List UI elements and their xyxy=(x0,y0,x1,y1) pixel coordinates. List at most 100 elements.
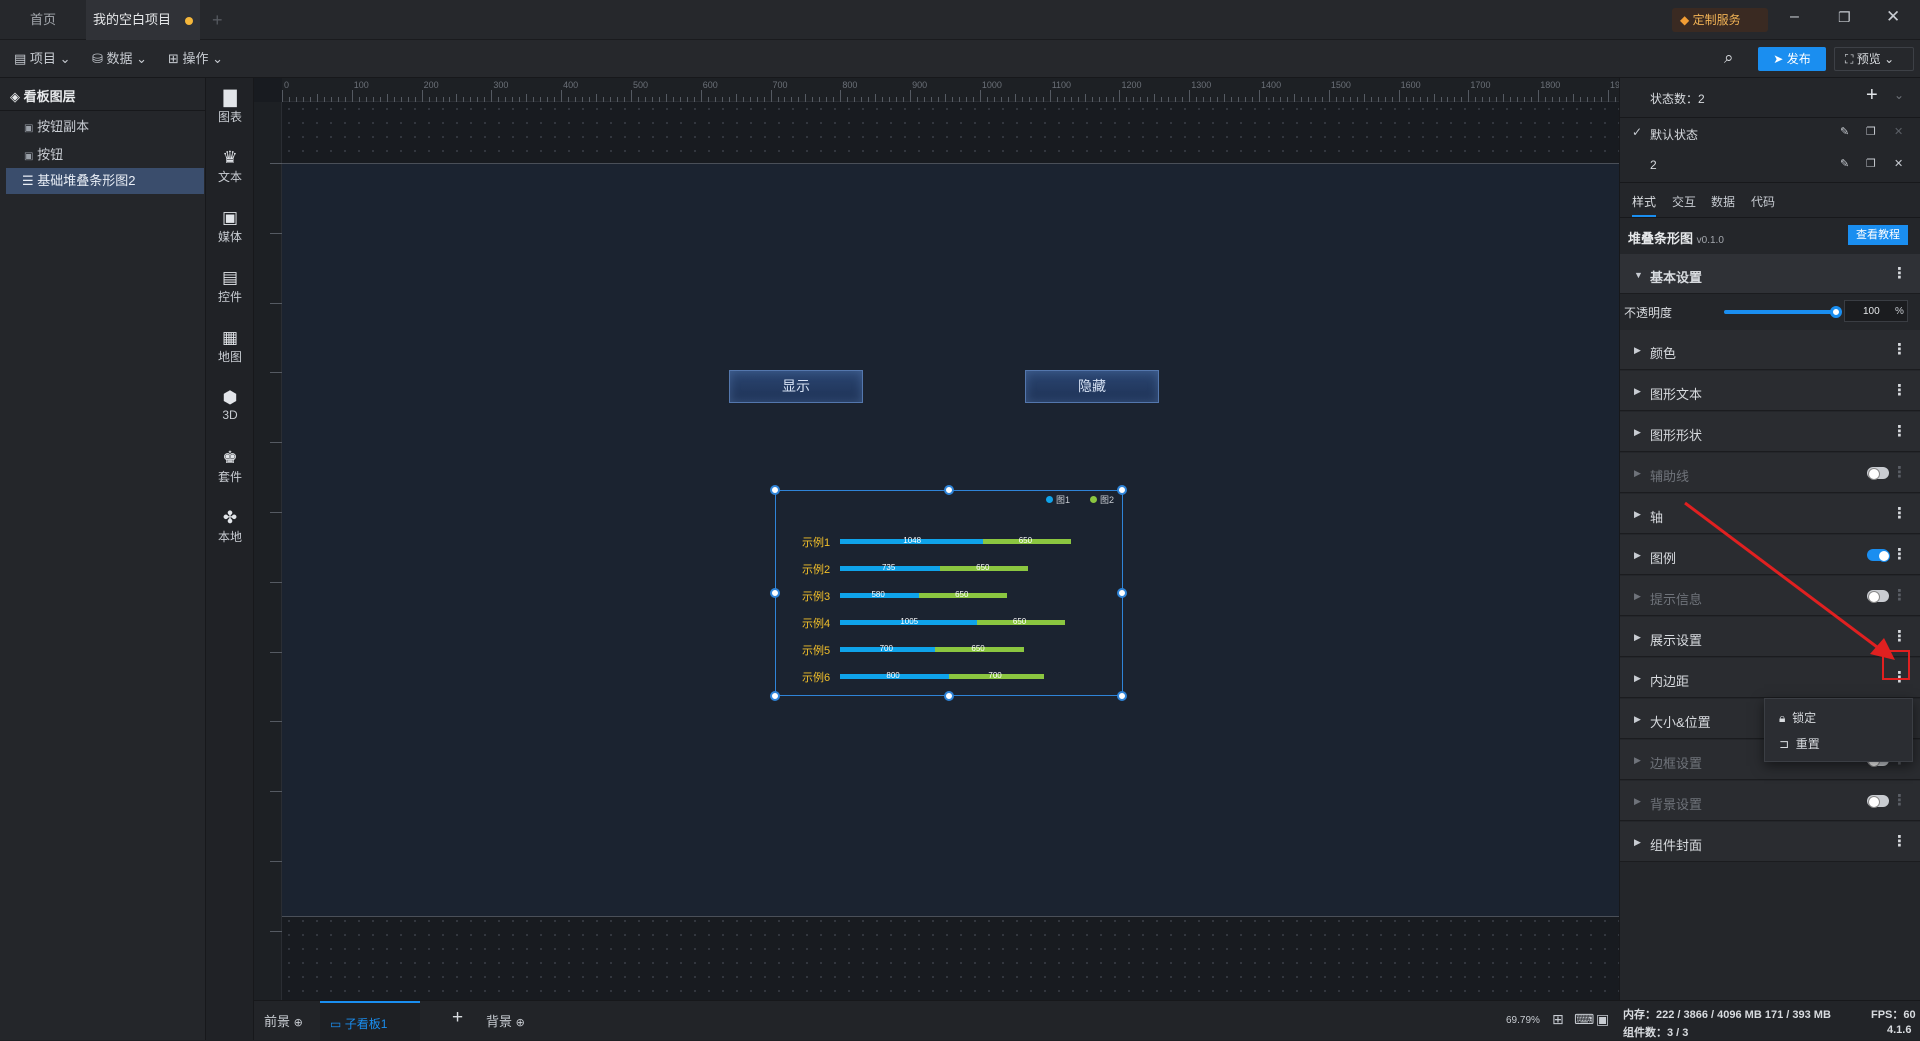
layer-item-button[interactable]: ▣ 按钮 xyxy=(6,142,204,168)
ruler-minor-tick xyxy=(749,97,751,102)
state-item-2[interactable]: 2 ✎ ❐ ✕ xyxy=(1620,150,1920,180)
section-13[interactable]: ▶ 组件封面 ⋮ xyxy=(1620,822,1920,862)
ruler-minor-tick xyxy=(1098,97,1100,102)
section-basic-settings[interactable]: ▼ 基本设置 ⋮ xyxy=(1620,254,1920,294)
fit-screen-icon[interactable]: ⊞ xyxy=(1552,1011,1564,1028)
ruler-minor-tick xyxy=(1482,97,1484,102)
canvas-show-button[interactable]: 显示 xyxy=(729,370,863,403)
more-vertical-icon[interactable]: ⋮ xyxy=(1892,422,1907,440)
add-tab-icon[interactable]: + xyxy=(212,10,223,31)
minimize-icon[interactable]: – xyxy=(1790,8,1799,26)
terminal-icon[interactable]: ▣ xyxy=(1596,1011,1609,1028)
state-item-default[interactable]: ✓ 默认状态 ✎ ❐ ✕ xyxy=(1620,118,1920,148)
layer-item-button-copy[interactable]: ▣ 按钮副本 xyxy=(6,114,204,140)
resize-handle[interactable] xyxy=(770,691,780,701)
bar-value-label: 650 xyxy=(955,590,969,599)
tool-map[interactable]: ▦ 地图 xyxy=(206,328,254,365)
more-vertical-icon[interactable]: ⋮ xyxy=(1892,463,1907,481)
tab-project[interactable]: 我的空白项目 xyxy=(86,0,200,40)
more-vertical-icon[interactable]: ⋮ xyxy=(1892,340,1907,358)
tab-code[interactable]: 代码 xyxy=(1751,193,1775,210)
chevron-down-icon[interactable]: ⌄ xyxy=(1894,88,1904,102)
puzzle-icon: ✤ xyxy=(222,508,238,527)
tab-interaction[interactable]: 交互 xyxy=(1672,193,1696,210)
background-layer-tab[interactable]: 背景 ⊕ xyxy=(486,1011,525,1030)
resize-handle[interactable] xyxy=(944,485,954,495)
resize-handle[interactable] xyxy=(1117,691,1127,701)
reset-label: 重置 xyxy=(1795,737,1820,751)
preview-button[interactable]: ⛶ 预览 ⌄ xyxy=(1834,47,1914,71)
tutorial-button[interactable]: 查看教程 xyxy=(1848,225,1908,245)
menu-item-reset[interactable]: ⊐ 重置 xyxy=(1779,735,1820,752)
menu-project[interactable]: ▤ 项目 ⌄ xyxy=(14,49,70,69)
ruler-label: 800 xyxy=(254,735,255,750)
section-label: 边框设置 xyxy=(1650,756,1703,771)
tool-media[interactable]: ▣ 媒体 xyxy=(206,208,254,245)
resize-handle[interactable] xyxy=(770,588,780,598)
copy-icon[interactable]: ❐ xyxy=(1866,125,1876,138)
tool-3d[interactable]: ⬢ 3D xyxy=(206,388,254,422)
section-toggle[interactable] xyxy=(1867,467,1889,480)
caret-right-icon: ▶ xyxy=(1634,386,1641,396)
add-state-icon[interactable]: + xyxy=(1866,84,1878,107)
section-4[interactable]: ▶ 辅助线 ⋮ xyxy=(1620,453,1920,493)
search-icon[interactable]: ⌕ xyxy=(1724,48,1734,68)
resize-handle[interactable] xyxy=(1117,588,1127,598)
crown-icon: ♛ xyxy=(222,148,238,167)
opacity-slider-track[interactable] xyxy=(1724,310,1836,314)
opacity-input[interactable]: 100% xyxy=(1844,300,1908,322)
zoom-level[interactable]: 69.79% xyxy=(1506,1015,1540,1026)
section-1[interactable]: ▶ 颜色 ⋮ xyxy=(1620,330,1920,370)
resize-handle[interactable] xyxy=(944,691,954,701)
tab-home[interactable]: 首页 xyxy=(0,0,86,40)
section-3[interactable]: ▶ 图形形状 ⋮ xyxy=(1620,412,1920,452)
ruler-minor-tick xyxy=(1517,97,1519,102)
edit-icon[interactable]: ✎ xyxy=(1840,157,1849,170)
edit-icon[interactable]: ✎ xyxy=(1840,125,1849,138)
opacity-slider-thumb[interactable] xyxy=(1830,306,1842,318)
annotation-arrow xyxy=(1684,501,1895,660)
ruler-minor-tick xyxy=(603,97,605,102)
menu-data[interactable]: ⛁ 数据 ⌄ xyxy=(92,49,147,69)
ruler-minor-tick xyxy=(1014,94,1016,102)
section-12[interactable]: ▶ 背景设置 ⋮ xyxy=(1620,781,1920,821)
ruler-minor-tick xyxy=(763,97,765,102)
tool-text[interactable]: ♛ 文本 xyxy=(206,148,254,185)
front-layer-tab[interactable]: 前景 ⊕ xyxy=(264,1011,303,1030)
subboard-tab[interactable]: ▭ 子看板1 xyxy=(320,1001,420,1041)
delete-icon[interactable]: ✕ xyxy=(1894,125,1903,138)
bar-value-label: 650 xyxy=(1012,617,1027,626)
tool-chart[interactable]: ▇ 图表 xyxy=(206,88,254,125)
add-board-icon[interactable]: + xyxy=(452,1007,463,1029)
ruler-minor-tick xyxy=(1356,97,1358,102)
tool-local[interactable]: ✤ 本地 xyxy=(206,508,254,545)
resize-handle[interactable] xyxy=(770,485,780,495)
more-vertical-icon[interactable]: ⋮ xyxy=(1892,264,1907,282)
tool-control[interactable]: ▤ 控件 xyxy=(206,268,254,305)
restore-icon[interactable]: ❐ xyxy=(1838,9,1851,26)
close-icon[interactable]: ✕ xyxy=(1886,7,1900,27)
section-2[interactable]: ▶ 图形文本 ⋮ xyxy=(1620,371,1920,411)
canvas-hide-button[interactable]: 隐藏 xyxy=(1025,370,1159,403)
layer-item-stacked-bar[interactable]: ☰ 基础堆叠条形图2 xyxy=(6,168,204,194)
more-vertical-icon[interactable]: ⋮ xyxy=(1892,791,1907,809)
app-version: 4.1.6 xyxy=(1887,1024,1912,1036)
tab-data[interactable]: 数据 xyxy=(1711,193,1735,210)
copy-icon[interactable]: ❐ xyxy=(1866,157,1876,170)
more-vertical-icon[interactable]: ⋮ xyxy=(1892,832,1907,850)
menu-operation[interactable]: ⊞ 操作 ⌄ xyxy=(168,49,223,69)
tab-style[interactable]: 样式 xyxy=(1632,193,1657,217)
more-vertical-icon[interactable]: ⋮ xyxy=(1892,381,1907,399)
publish-button[interactable]: ➤ 发布 xyxy=(1758,47,1826,71)
custom-service-button[interactable]: ◆ 定制服务 xyxy=(1672,8,1768,32)
ruler-tick xyxy=(1468,90,1470,102)
keyboard-icon[interactable]: ⌨ xyxy=(1574,1011,1594,1028)
resize-handle[interactable] xyxy=(1117,485,1127,495)
tool-kit[interactable]: ♚ 套件 xyxy=(206,448,254,485)
layer-label: 按钮副本 xyxy=(37,119,90,134)
ruler-minor-tick xyxy=(651,97,653,102)
menu-item-lock[interactable]: 🔒︎ 锁定 xyxy=(1779,709,1816,726)
stacked-bar-chart[interactable]: 图1 图2 示例1 1048 650 示例2 735 650 示例3 580 650 示例4 100… xyxy=(775,490,1123,696)
section-toggle[interactable] xyxy=(1867,795,1889,808)
delete-icon[interactable]: ✕ xyxy=(1894,157,1903,170)
